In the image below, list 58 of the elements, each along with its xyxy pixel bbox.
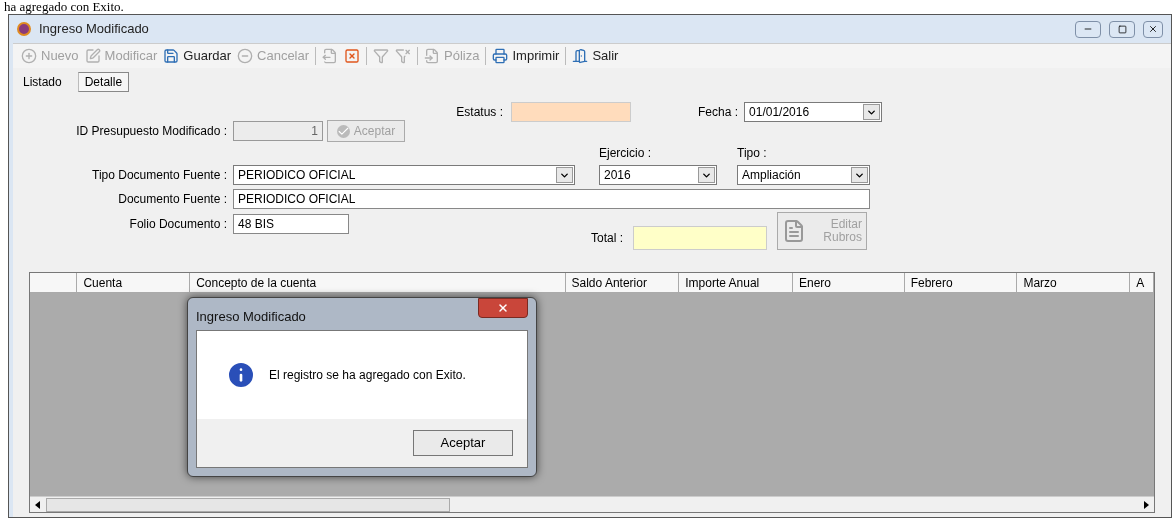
field-label: Fecha : <box>698 104 739 121</box>
text-field[interactable]: 48 BIS <box>233 214 349 234</box>
dropdown[interactable]: 2016 <box>599 165 717 185</box>
filter-icon <box>373 48 390 64</box>
field-label: Estatus : <box>455 104 503 121</box>
document-icon <box>782 219 806 243</box>
tab[interactable]: Listado <box>21 72 64 92</box>
close-icon <box>1148 24 1158 34</box>
field-label: ID Presupuesto Modificado : <box>75 123 227 140</box>
check-icon <box>336 124 350 138</box>
toolbar-button[interactable]: Salir <box>572 46 619 66</box>
field-label: Tipo Documento Fuente : <box>91 167 227 184</box>
column-header[interactable]: Enero <box>792 273 905 292</box>
field-label: Tipo : <box>737 145 767 162</box>
plus-circle-icon <box>21 48 37 64</box>
close-icon <box>344 48 361 64</box>
app-icon <box>17 22 31 36</box>
total-field[interactable] <box>633 226 767 250</box>
tab[interactable]: Detalle <box>77 72 130 92</box>
column-header[interactable]: Concepto de la cuenta <box>190 273 566 292</box>
window-title: Ingreso Modificado <box>39 20 149 39</box>
save-icon <box>163 48 180 64</box>
status-field[interactable] <box>511 102 631 122</box>
document-arrow-icon <box>424 48 441 64</box>
field-label: Total : <box>591 230 623 247</box>
document-text: ha agregado con Exito. <box>3 0 125 14</box>
close-icon <box>497 302 509 314</box>
scrollbar-thumb[interactable] <box>46 497 450 512</box>
minus-circle-icon <box>237 48 254 64</box>
dialog-title: Ingreso Modificado <box>196 308 306 327</box>
column-header[interactable]: Cuenta <box>77 273 191 292</box>
field-label: Documento Fuente : <box>117 191 227 208</box>
toolbar-button[interactable]: Guardar <box>163 46 232 66</box>
dropdown[interactable]: Ampliación <box>737 165 870 185</box>
close-button[interactable] <box>478 298 528 318</box>
edit-icon <box>84 48 101 64</box>
text-field[interactable]: PERIODICO OFICIAL <box>233 189 870 209</box>
column-header[interactable]: Saldo Anterior <box>565 273 680 292</box>
column-header[interactable]: Marzo <box>1017 273 1131 292</box>
column-header[interactable]: Importe Anual <box>679 273 793 292</box>
door-icon <box>572 48 589 64</box>
accept-button[interactable]: Aceptar <box>413 430 513 456</box>
maximize-icon <box>1117 24 1127 34</box>
export-icon <box>322 48 339 64</box>
toolbar-button[interactable]: Imprimir <box>492 46 560 66</box>
field-label: Folio Documento : <box>128 216 227 233</box>
field-label: Ejercicio : <box>599 145 652 162</box>
minimize-button[interactable] <box>1075 20 1101 38</box>
dropdown[interactable]: PERIODICO OFICIAL <box>233 165 575 185</box>
dialog-message: El registro se ha agregado con Exito. <box>269 367 466 384</box>
toolbar-icon-button[interactable] <box>344 48 361 64</box>
printer-icon <box>492 48 509 64</box>
close-button[interactable] <box>1143 20 1163 38</box>
date-picker[interactable]: 01/01/2016 <box>744 102 883 122</box>
clear-filter-icon <box>395 48 412 64</box>
maximize-button[interactable] <box>1109 20 1135 38</box>
column-header[interactable]: A <box>1130 273 1154 292</box>
column-header[interactable]: Febrero <box>904 273 1018 292</box>
